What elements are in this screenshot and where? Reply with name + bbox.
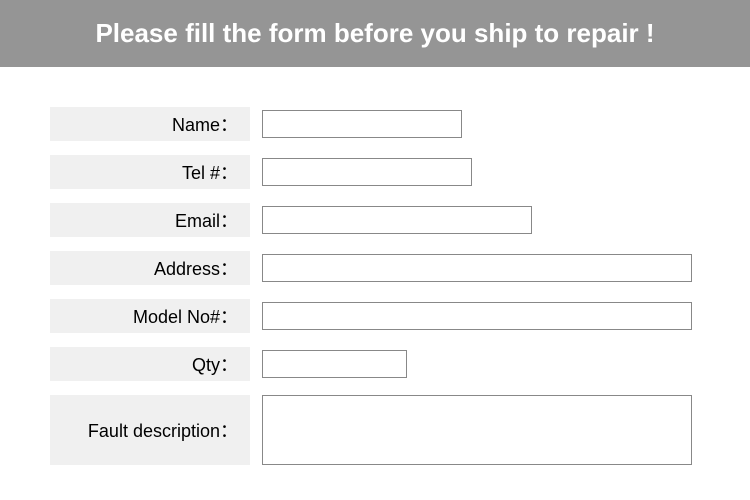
name-input[interactable]: [262, 110, 462, 138]
form-row-fault: Fault description：: [50, 395, 700, 465]
form-row-qty: Qty：: [50, 347, 700, 381]
form-header: Please fill the form before you ship to …: [0, 0, 750, 67]
qty-label: Qty：: [50, 347, 250, 381]
header-title: Please fill the form before you ship to …: [95, 18, 654, 48]
tel-input[interactable]: [262, 158, 472, 186]
tel-label: Tel #：: [50, 155, 250, 189]
model-label: Model No#：: [50, 299, 250, 333]
email-label: Email：: [50, 203, 250, 237]
model-input[interactable]: [262, 302, 692, 330]
form-row-model: Model No#：: [50, 299, 700, 333]
name-label: Name：: [50, 107, 250, 141]
fault-input[interactable]: [262, 395, 692, 465]
qty-input[interactable]: [262, 350, 407, 378]
form-row-tel: Tel #：: [50, 155, 700, 189]
email-input[interactable]: [262, 206, 532, 234]
fault-label: Fault description：: [50, 395, 250, 465]
address-label: Address：: [50, 251, 250, 285]
form-row-address: Address：: [50, 251, 700, 285]
form-row-email: Email：: [50, 203, 700, 237]
form-container: Name： Tel #： Email： Address： Model No#： …: [0, 67, 750, 499]
address-input[interactable]: [262, 254, 692, 282]
form-row-name: Name：: [50, 107, 700, 141]
